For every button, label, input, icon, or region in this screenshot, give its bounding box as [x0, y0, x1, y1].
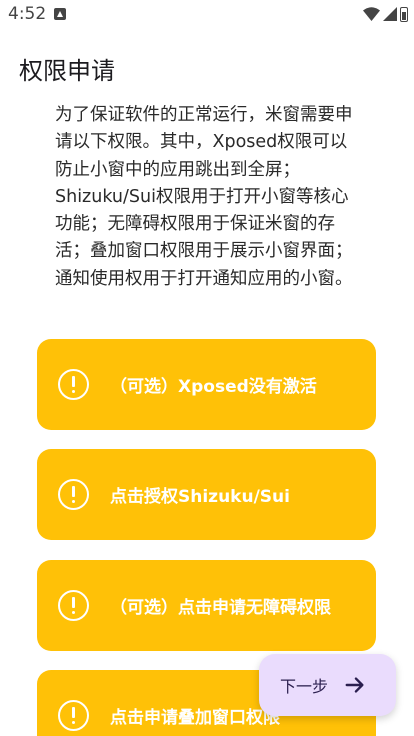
- warning-icon: [58, 369, 89, 400]
- warning-icon: [58, 479, 89, 510]
- xposed-permission-label: （可选）Xposed没有激活: [110, 377, 317, 397]
- next-step-label: 下一步: [280, 677, 329, 696]
- next-step-button[interactable]: 下一步: [259, 654, 396, 716]
- notification-app-icon: [54, 8, 66, 20]
- shizuku-permission-card[interactable]: 点击授权Shizuku/Sui: [37, 449, 376, 540]
- xposed-permission-card[interactable]: （可选）Xposed没有激活: [37, 339, 376, 430]
- accessibility-permission-label: （可选）点击申请无障碍权限: [110, 598, 331, 618]
- warning-icon: [58, 590, 89, 621]
- warning-icon: [58, 700, 89, 731]
- accessibility-permission-card[interactable]: （可选）点击申请无障碍权限: [37, 560, 376, 651]
- wifi-icon: [363, 7, 380, 21]
- overlay-permission-label: 点击申请叠加窗口权限: [110, 708, 280, 728]
- status-bar: 4:52: [0, 0, 414, 28]
- arrow-right-icon: [345, 677, 364, 693]
- permission-description: 为了保证软件的正常运行，米窗需要申请以下权限。其中，Xposed权限可以防止小窗…: [55, 105, 353, 289]
- signal-icon: [383, 7, 397, 21]
- permission-screen: 4:52 权限申请 为了保证软件的正常运行，米窗需要申请以下权限。其中，Xpos…: [0, 0, 414, 736]
- page-title: 权限申请: [19, 57, 115, 85]
- battery-icon: [400, 6, 408, 22]
- status-time: 4:52: [8, 4, 47, 24]
- status-icons: [363, 6, 408, 22]
- shizuku-permission-label: 点击授权Shizuku/Sui: [110, 487, 290, 507]
